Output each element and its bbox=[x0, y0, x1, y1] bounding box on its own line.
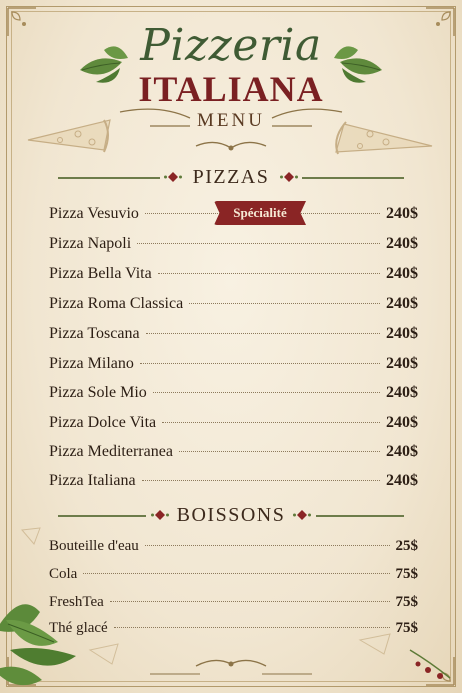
dot-leader bbox=[83, 573, 390, 574]
menu-item: Bouteille d'eau 25$ bbox=[49, 538, 418, 555]
dot-leader bbox=[178, 451, 380, 452]
menu-page: Pizzeria ITALIANA MENU PIZZAS Pizza Vesu… bbox=[0, 0, 462, 693]
item-price: 240$ bbox=[386, 355, 418, 372]
tomato-vine-icon bbox=[409, 649, 451, 679]
menu-item: Pizza Napoli 240$ bbox=[49, 235, 418, 253]
dot-leader bbox=[152, 392, 380, 393]
item-price: 240$ bbox=[386, 414, 418, 431]
dot-leader bbox=[137, 243, 380, 244]
subtitle-menu: MENU bbox=[197, 110, 265, 131]
menu-item: Pizza Sole Mio 240$ bbox=[49, 384, 418, 402]
item-price: 75$ bbox=[395, 566, 419, 582]
item-price: 240$ bbox=[386, 205, 418, 222]
item-price: 25$ bbox=[395, 538, 419, 554]
dot-leader bbox=[162, 422, 380, 423]
item-price: 240$ bbox=[386, 235, 418, 252]
item-name: Pizza Dolce Vita bbox=[49, 414, 157, 431]
dot-leader bbox=[157, 273, 380, 274]
item-price: 240$ bbox=[386, 325, 418, 342]
dot-leader bbox=[141, 480, 380, 481]
menu-item: Pizza Italiana 240$ bbox=[49, 472, 418, 490]
menu-item: Pizza Roma Classica 240$ bbox=[49, 295, 418, 313]
item-name: Cola bbox=[49, 566, 78, 582]
menu-item: Pizza Toscana 240$ bbox=[49, 325, 418, 343]
item-name: Pizza Roma Classica bbox=[49, 295, 184, 312]
pizza-slice-sketch-icon bbox=[21, 527, 41, 545]
item-name: Pizza Milano bbox=[49, 355, 134, 372]
item-name: Pizza Mediterranea bbox=[49, 443, 173, 460]
basil-leaf-icon bbox=[0, 604, 76, 686]
item-price: 240$ bbox=[386, 443, 418, 460]
dot-leader bbox=[189, 303, 380, 304]
item-name: Pizza Vesuvio bbox=[49, 205, 139, 222]
item-name: Pizza Italiana bbox=[49, 472, 136, 489]
section-title-pizzas: PIZZAS bbox=[192, 166, 270, 188]
specialty-badge: Spécialité bbox=[214, 201, 306, 225]
menu-item: Pizza Bella Vita 240$ bbox=[49, 265, 418, 283]
menu-item: Pizza Dolce Vita 240$ bbox=[49, 414, 418, 432]
menu-item: Pizza Mediterranea 240$ bbox=[49, 443, 418, 461]
dot-leader bbox=[144, 545, 390, 546]
item-price: 240$ bbox=[386, 384, 418, 401]
menu-item: Pizza Milano 240$ bbox=[49, 355, 418, 373]
pizza-slice-sketch-icon bbox=[88, 633, 391, 665]
item-price: 240$ bbox=[386, 472, 418, 489]
menu-item: Cola 75$ bbox=[49, 566, 418, 583]
item-name: Pizza Napoli bbox=[49, 235, 132, 252]
item-name: Pizza Bella Vita bbox=[49, 265, 152, 282]
item-name: Bouteille d'eau bbox=[49, 538, 139, 554]
footer-decoration bbox=[0, 604, 451, 686]
dot-leader bbox=[139, 363, 380, 364]
section-title-boissons: BOISSONS bbox=[176, 504, 286, 526]
item-name: Pizza Toscana bbox=[49, 325, 140, 342]
item-price: 240$ bbox=[386, 295, 418, 312]
dot-leader bbox=[145, 333, 380, 334]
title-pizzeria: Pizzeria bbox=[140, 20, 322, 71]
item-price: 240$ bbox=[386, 265, 418, 282]
item-name: Pizza Sole Mio bbox=[49, 384, 147, 401]
title-italiana: ITALIANA bbox=[138, 69, 324, 109]
